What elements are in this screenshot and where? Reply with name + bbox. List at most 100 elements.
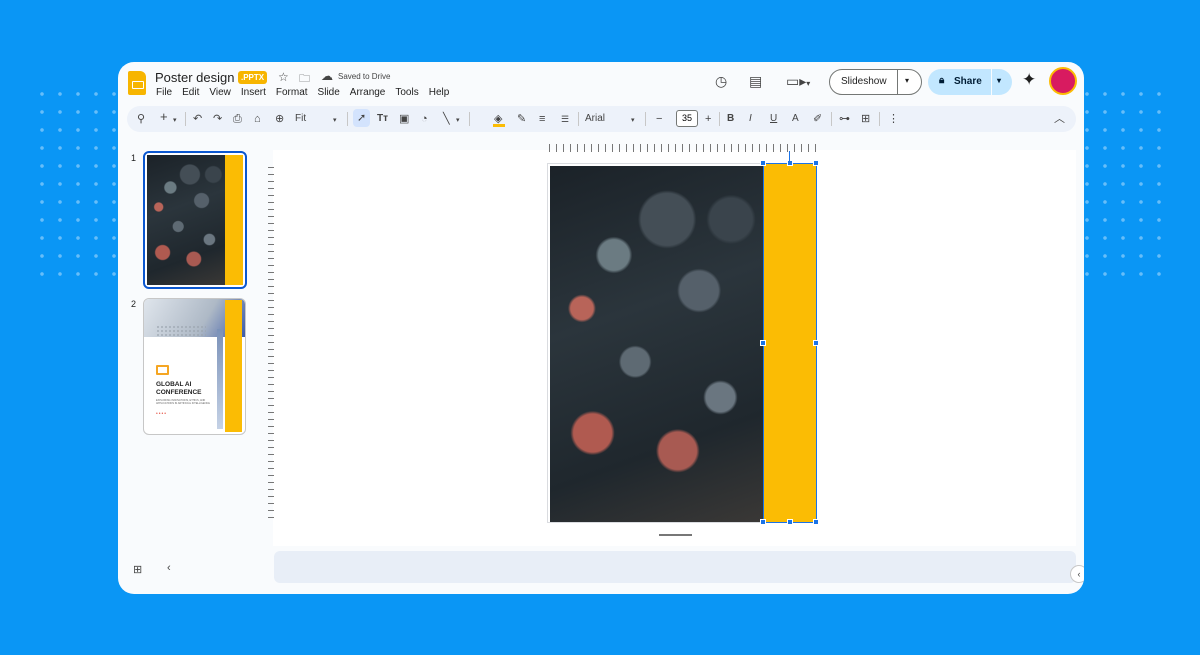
- circuit-board-image[interactable]: [550, 166, 763, 522]
- slide-thumbnail-2[interactable]: GLOBAL AI CONFERENCE EXPLORING INNOVATION…: [143, 298, 246, 435]
- resize-handle[interactable]: [813, 340, 819, 346]
- slide-subtext: EXPLORING INNOVATIONS, ETHICS, AND APPLI…: [156, 399, 210, 405]
- line-dropdown-icon[interactable]: ▾: [456, 114, 460, 128]
- font-dropdown-icon[interactable]: ▾: [631, 114, 635, 128]
- more-icon[interactable]: ⋮: [888, 112, 899, 126]
- add-dropdown-icon[interactable]: ▾: [173, 114, 177, 128]
- meet-icon[interactable]: ▭▸▾: [786, 73, 810, 90]
- menu-tools[interactable]: Tools: [395, 87, 418, 98]
- toolbar-divider: [185, 112, 186, 126]
- increase-font-icon[interactable]: +: [705, 112, 711, 126]
- toolbar: ⚲ + ▾ ↶ ↷ ⎙ ⌂ ⊕ Fit ▾ ➚ Tт ▣ ◔ ╲ ▾ ◈ ✎ ≡…: [127, 106, 1076, 132]
- resize-handle[interactable]: [787, 519, 793, 525]
- collapse-panel-icon[interactable]: ‹: [167, 562, 171, 574]
- text-color-icon[interactable]: A: [792, 112, 799, 126]
- vertical-ruler[interactable]: [268, 167, 274, 522]
- zoom-icon[interactable]: ⊕: [275, 112, 284, 126]
- comments-icon[interactable]: ▤: [749, 73, 762, 90]
- notes-resize-grip[interactable]: [659, 534, 692, 536]
- decrease-font-icon[interactable]: −: [656, 112, 662, 126]
- image-icon[interactable]: ▣: [399, 112, 409, 126]
- resize-handle[interactable]: [760, 160, 766, 166]
- font-select[interactable]: Arial: [585, 112, 605, 126]
- history-icon[interactable]: ◷: [715, 73, 727, 90]
- font-size-input[interactable]: 35: [676, 110, 698, 127]
- yellow-bar-shape: [225, 300, 242, 432]
- underline-icon[interactable]: U: [770, 112, 777, 126]
- zoom-dropdown-icon[interactable]: ▾: [333, 114, 337, 128]
- menu-slide[interactable]: Slide: [318, 87, 340, 98]
- menu-arrange[interactable]: Arrange: [350, 87, 386, 98]
- bold-icon[interactable]: B: [727, 112, 734, 126]
- toolbar-divider: [645, 112, 646, 126]
- menu-help[interactable]: Help: [429, 87, 450, 98]
- format-badge: .PPTX: [238, 71, 268, 84]
- line-icon[interactable]: ╲: [443, 112, 450, 126]
- slide-heading-line-1: GLOBAL AI: [156, 381, 192, 388]
- speaker-notes-panel[interactable]: [274, 551, 1076, 583]
- comment-icon[interactable]: ⊞: [861, 112, 870, 126]
- text-box-icon[interactable]: Tт: [377, 112, 388, 126]
- shape-icon[interactable]: ◔: [421, 112, 428, 126]
- grid-view-icon[interactable]: ⊞: [133, 563, 142, 576]
- menu-file[interactable]: File: [156, 87, 172, 98]
- menu-view[interactable]: View: [209, 87, 231, 98]
- add-icon[interactable]: +: [160, 110, 168, 124]
- collapse-icon[interactable]: ‹: [1070, 565, 1084, 583]
- link-icon[interactable]: ⊶: [839, 112, 850, 126]
- highlight-icon[interactable]: ✐: [813, 112, 822, 126]
- paint-format-icon[interactable]: ⌂: [254, 112, 261, 126]
- gemini-icon[interactable]: ✦: [1022, 70, 1036, 90]
- menu-insert[interactable]: Insert: [241, 87, 266, 98]
- border-dash-icon[interactable]: ☰: [561, 112, 569, 126]
- selection-box[interactable]: [763, 163, 817, 523]
- yellow-bar-shape: [225, 155, 243, 285]
- slideshow-dropdown-icon[interactable]: ▾: [905, 76, 909, 85]
- resize-handle[interactable]: [760, 519, 766, 525]
- share-label: Share: [954, 76, 982, 87]
- redo-icon[interactable]: ↷: [213, 112, 222, 126]
- fill-color-swatch: [493, 124, 505, 127]
- slideshow-button[interactable]: Slideshow ▾: [829, 69, 922, 95]
- toolbar-divider: [879, 112, 880, 126]
- horizontal-ruler[interactable]: [549, 144, 816, 152]
- undo-icon[interactable]: ↶: [193, 112, 202, 126]
- collapse-toolbar-icon[interactable]: ︿: [1054, 112, 1065, 126]
- decorative-dots-left: [33, 85, 125, 285]
- slides-app-window: Poster design .PPTX ☆ 🗀 ☁ Saved to Drive…: [118, 62, 1084, 594]
- select-icon[interactable]: ➚: [353, 109, 371, 127]
- toolbar-divider: [469, 112, 470, 126]
- document-title[interactable]: Poster design: [155, 70, 235, 85]
- toolbar-divider: [347, 112, 348, 126]
- slideshow-divider: [897, 70, 898, 94]
- slide-heading: GLOBAL AI CONFERENCE: [156, 381, 216, 397]
- slides-logo-icon[interactable]: [128, 71, 146, 95]
- slide-heading-line-2: CONFERENCE: [156, 389, 202, 396]
- lock-icon: 🔒︎: [939, 75, 945, 86]
- border-weight-icon[interactable]: ≡: [539, 112, 545, 126]
- resize-handle[interactable]: [760, 340, 766, 346]
- slide-number: 1: [131, 153, 137, 163]
- share-button[interactable]: 🔒︎ Share ▾: [928, 69, 1012, 95]
- print-icon[interactable]: ⎙: [233, 112, 242, 126]
- avatar[interactable]: [1049, 67, 1077, 95]
- side-image-strip: [217, 329, 223, 429]
- zoom-select[interactable]: Fit: [295, 112, 306, 126]
- search-icon[interactable]: ⚲: [137, 112, 145, 126]
- border-color-icon[interactable]: ✎: [517, 112, 526, 126]
- italic-icon[interactable]: I: [749, 112, 752, 126]
- decorative-dots: ••••: [156, 411, 168, 417]
- menu-bar: File Edit View Insert Format Slide Arran…: [156, 87, 459, 98]
- decorative-dots-right: [1078, 85, 1173, 285]
- cloud-icon[interactable]: ☁: [321, 69, 333, 83]
- slide-thumbnail-1[interactable]: [143, 151, 247, 289]
- slide-number: 2: [131, 299, 137, 309]
- resize-handle[interactable]: [813, 519, 819, 525]
- resize-handle[interactable]: [787, 160, 793, 166]
- menu-format[interactable]: Format: [276, 87, 308, 98]
- menu-edit[interactable]: Edit: [182, 87, 199, 98]
- star-icon[interactable]: ☆: [278, 70, 289, 84]
- resize-handle[interactable]: [813, 160, 819, 166]
- circuit-board-image: [147, 155, 225, 285]
- share-dropdown-icon[interactable]: ▾: [997, 76, 1001, 85]
